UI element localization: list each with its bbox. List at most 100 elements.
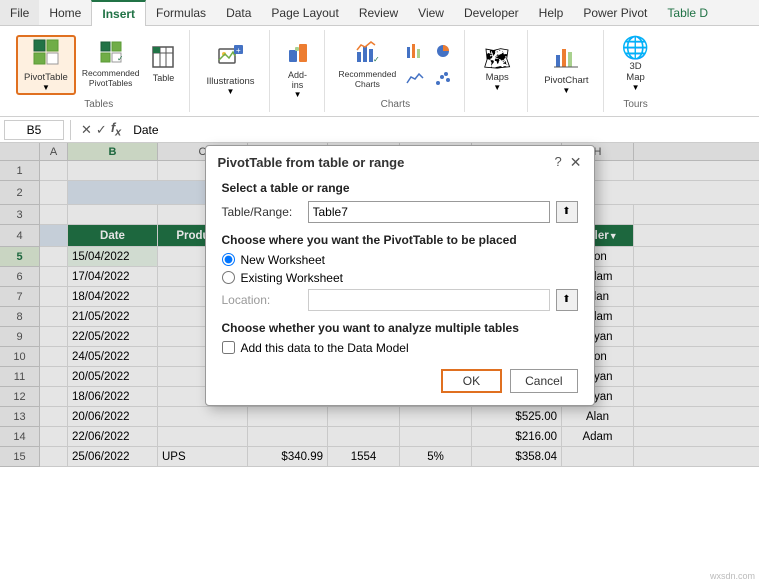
3dmap-dropdown-icon: ▼ — [632, 83, 640, 92]
ok-button[interactable]: OK — [441, 369, 502, 393]
add-model-label: Add this data to the Data Model — [241, 341, 409, 355]
pivot-table-icon — [32, 38, 60, 70]
tab-data[interactable]: Data — [216, 0, 261, 25]
illustrations-dropdown-icon: ▼ — [227, 87, 235, 96]
chart-scatter-button[interactable] — [430, 66, 456, 92]
location-row: Location: ⬆ — [222, 289, 578, 311]
tab-insert[interactable]: Insert — [91, 0, 146, 26]
multiple-tables-label: Choose whether you want to analyze multi… — [222, 321, 578, 335]
tab-home[interactable]: Home — [39, 0, 91, 25]
illustrations-button[interactable]: + Illustrations ▼ — [200, 40, 260, 100]
location-label: Location: — [222, 293, 302, 307]
recommended-charts-label: RecommendedCharts — [339, 69, 397, 89]
tables-group-items: PivotTable ▼ ✓ RecommendedPivotTables — [16, 32, 181, 97]
pivot-table-dropdown-icon: ▼ — [42, 83, 50, 92]
pivot-table-label: PivotTable — [24, 72, 68, 83]
pivot-chart-icon — [554, 45, 578, 73]
illustrations-group-items: + Illustrations ▼ — [200, 32, 260, 108]
new-worksheet-radio[interactable] — [222, 253, 235, 266]
recommended-pivot-icon: ✓ — [100, 41, 122, 66]
dialog-body: Select a table or range Table/Range: ⬆ C… — [206, 177, 594, 405]
pivot-chart-label: PivotChart — [544, 75, 588, 86]
location-select-button[interactable]: ⬆ — [556, 289, 578, 311]
tables-group-label: Tables — [84, 99, 113, 110]
dialog-close-icon[interactable]: ✕ — [570, 154, 582, 171]
illustrations-label: Illustrations — [206, 76, 254, 87]
3d-map-label: 3DMap — [626, 61, 644, 83]
add-model-checkbox[interactable] — [222, 341, 235, 354]
ribbon-group-3dmap: 🌐 3DMap ▼ Tours — [606, 30, 666, 112]
tab-view[interactable]: View — [408, 0, 454, 25]
3d-map-icon: 🌐 — [622, 37, 649, 59]
existing-worksheet-radio[interactable] — [222, 271, 235, 284]
3d-map-button[interactable]: 🌐 3DMap ▼ — [614, 35, 658, 95]
ribbon-group-pivot-chart: PivotChart ▼ — [530, 30, 603, 112]
maps-dropdown-icon: ▼ — [493, 83, 501, 92]
maps-label: Maps — [486, 72, 509, 83]
existing-worksheet-label: Existing Worksheet — [241, 271, 344, 285]
formula-icons: ✕ ✓ fx — [77, 120, 125, 139]
spreadsheet: A B C D E F G H 1 2 3 4 5 6 7 8 9 10 11 … — [0, 143, 759, 467]
tab-help[interactable]: Help — [529, 0, 574, 25]
recommended-charts-icon: ✓ — [355, 40, 379, 67]
watermark: wxsdn.com — [710, 571, 755, 581]
recommended-charts-button[interactable]: ✓ RecommendedCharts — [335, 37, 401, 93]
tab-page-layout[interactable]: Page Layout — [261, 0, 348, 25]
tab-table-d[interactable]: Table D — [657, 0, 718, 25]
dialog-controls: ? ✕ — [555, 154, 582, 171]
svg-text:✓: ✓ — [117, 54, 122, 63]
3dmap-group-items: 🌐 3DMap ▼ — [614, 32, 658, 97]
tab-formulas[interactable]: Formulas — [146, 0, 216, 25]
pivot-chart-button[interactable]: PivotChart ▼ — [538, 40, 594, 100]
location-input[interactable] — [308, 289, 550, 311]
table-range-label: Table/Range: — [222, 205, 302, 219]
addins-group-items: Add-ins ▼ — [280, 32, 316, 108]
illustrations-icon: + — [218, 44, 244, 74]
dialog-question-icon[interactable]: ? — [555, 154, 562, 171]
maps-group-items: 🗺 Maps ▼ — [475, 32, 519, 108]
cell-reference-input[interactable] — [4, 120, 64, 140]
table-button[interactable]: Table — [145, 37, 181, 93]
formula-input[interactable] — [129, 123, 755, 137]
svg-text:+: + — [236, 46, 241, 55]
recommended-pivot-label: RecommendedPivotTables — [82, 68, 140, 88]
recommended-pivot-button[interactable]: ✓ RecommendedPivotTables — [78, 37, 144, 93]
formula-separator — [70, 120, 71, 140]
table-range-input[interactable] — [308, 201, 550, 223]
tab-power-pivot[interactable]: Power Pivot — [573, 0, 657, 25]
cancel-formula-icon[interactable]: ✕ — [81, 122, 92, 138]
dialog-footer: OK Cancel — [222, 365, 578, 393]
multiple-tables-section: Choose whether you want to analyze multi… — [222, 321, 578, 355]
ribbon-group-tables: PivotTable ▼ ✓ RecommendedPivotTables — [8, 30, 190, 112]
table-range-select-button[interactable]: ⬆ — [556, 201, 578, 223]
insert-function-icon[interactable]: fx — [111, 120, 121, 139]
tab-developer[interactable]: Developer — [454, 0, 529, 25]
cancel-button[interactable]: Cancel — [510, 369, 577, 393]
chart-line-button[interactable] — [402, 66, 428, 92]
table-icon — [152, 46, 174, 71]
addins-label: Add-ins — [288, 70, 307, 90]
new-worksheet-option[interactable]: New Worksheet — [222, 253, 578, 267]
pivot-chart-dropdown-icon: ▼ — [562, 86, 570, 95]
charts-group-items: ✓ RecommendedCharts — [335, 32, 457, 97]
select-range-section: Select a table or range Table/Range: ⬆ — [222, 181, 578, 223]
ribbon-group-illustrations: + Illustrations ▼ — [192, 30, 269, 112]
select-range-label: Select a table or range — [222, 181, 578, 195]
pivot-table-dialog: PivotTable from table or range ? ✕ Selec… — [205, 145, 595, 406]
tab-review[interactable]: Review — [349, 0, 408, 25]
dialog-title: PivotTable from table or range — [218, 155, 405, 170]
chart-bar-button[interactable] — [402, 38, 428, 64]
chart-pie-button[interactable] — [430, 38, 456, 64]
dialog-title-bar: PivotTable from table or range ? ✕ — [206, 146, 594, 177]
ribbon-group-addins: Add-ins ▼ — [272, 30, 325, 112]
addins-button[interactable]: Add-ins ▼ — [280, 40, 316, 100]
pivot-chart-group-items: PivotChart ▼ — [538, 32, 594, 108]
ribbon-group-maps: 🗺 Maps ▼ — [467, 30, 528, 112]
svg-text:✓: ✓ — [373, 55, 379, 64]
ribbon-group-charts: ✓ RecommendedCharts — [327, 30, 466, 112]
confirm-formula-icon[interactable]: ✓ — [96, 122, 107, 138]
existing-worksheet-option[interactable]: Existing Worksheet — [222, 271, 578, 285]
maps-button[interactable]: 🗺 Maps ▼ — [475, 40, 519, 100]
tab-file[interactable]: File — [0, 0, 39, 25]
pivot-table-button[interactable]: PivotTable ▼ — [16, 35, 76, 95]
